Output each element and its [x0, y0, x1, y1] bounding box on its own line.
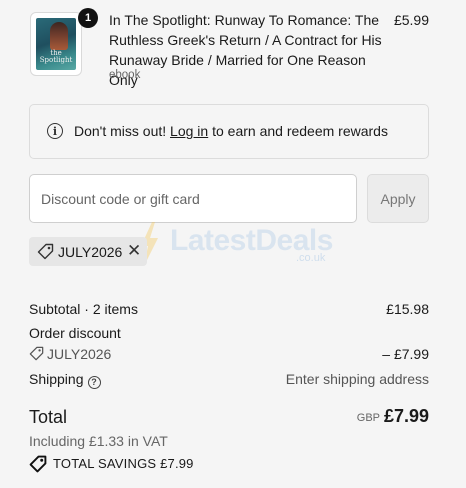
order-discount-label: Order discount — [29, 325, 121, 341]
banner-text-after: to earn and redeem rewards — [212, 123, 388, 139]
savings-value: £7.99 — [160, 456, 194, 471]
product-price: £5.99 — [393, 12, 429, 28]
rewards-banner-text: Don't miss out! Log in to earn and redee… — [74, 122, 388, 140]
apply-button[interactable]: Apply — [367, 174, 429, 223]
subtotal-value: £15.98 — [386, 301, 429, 317]
savings-label: TOTAL SAVINGS — [53, 456, 157, 471]
subtotal-label: Subtotal · 2 items — [29, 301, 138, 317]
tag-icon — [29, 346, 44, 361]
product-title: In The Spotlight: Runway To Romance: The… — [109, 12, 382, 88]
total-savings: TOTAL SAVINGS £7.99 — [53, 455, 194, 473]
savings-tag-icon — [29, 455, 47, 473]
book-cover-image: the Spotlight — [36, 18, 76, 70]
tag-icon — [37, 243, 54, 260]
help-icon[interactable]: ? — [87, 375, 101, 389]
remove-code-icon[interactable]: ✕ — [127, 241, 141, 261]
banner-text-before: Don't miss out! — [74, 123, 167, 139]
info-icon: i — [47, 123, 63, 139]
total-currency: GBP — [356, 412, 380, 424]
total-label: Total — [29, 407, 68, 427]
applied-code-label: JULY2026 — [58, 244, 123, 260]
product-thumbnail: the Spotlight — [30, 12, 82, 76]
shipping-value: Enter shipping address — [285, 371, 429, 387]
vat-text: Including £1.33 in VAT — [29, 433, 168, 449]
discount-value: – £7.99 — [382, 346, 429, 362]
discount-code-input[interactable] — [29, 174, 357, 223]
product-type: ebook — [109, 69, 141, 81]
quantity-badge: 1 — [78, 8, 98, 28]
watermark-domain: .co.uk — [296, 252, 326, 264]
shipping-row-label: Shipping? — [29, 370, 101, 389]
login-link[interactable]: Log in — [170, 123, 208, 139]
shipping-label: Shipping — [29, 371, 84, 387]
total-value: £7.99 — [384, 406, 430, 426]
discount-code-summary: JULY2026 — [47, 346, 112, 362]
book-cover-title: the Spotlight — [39, 49, 73, 64]
